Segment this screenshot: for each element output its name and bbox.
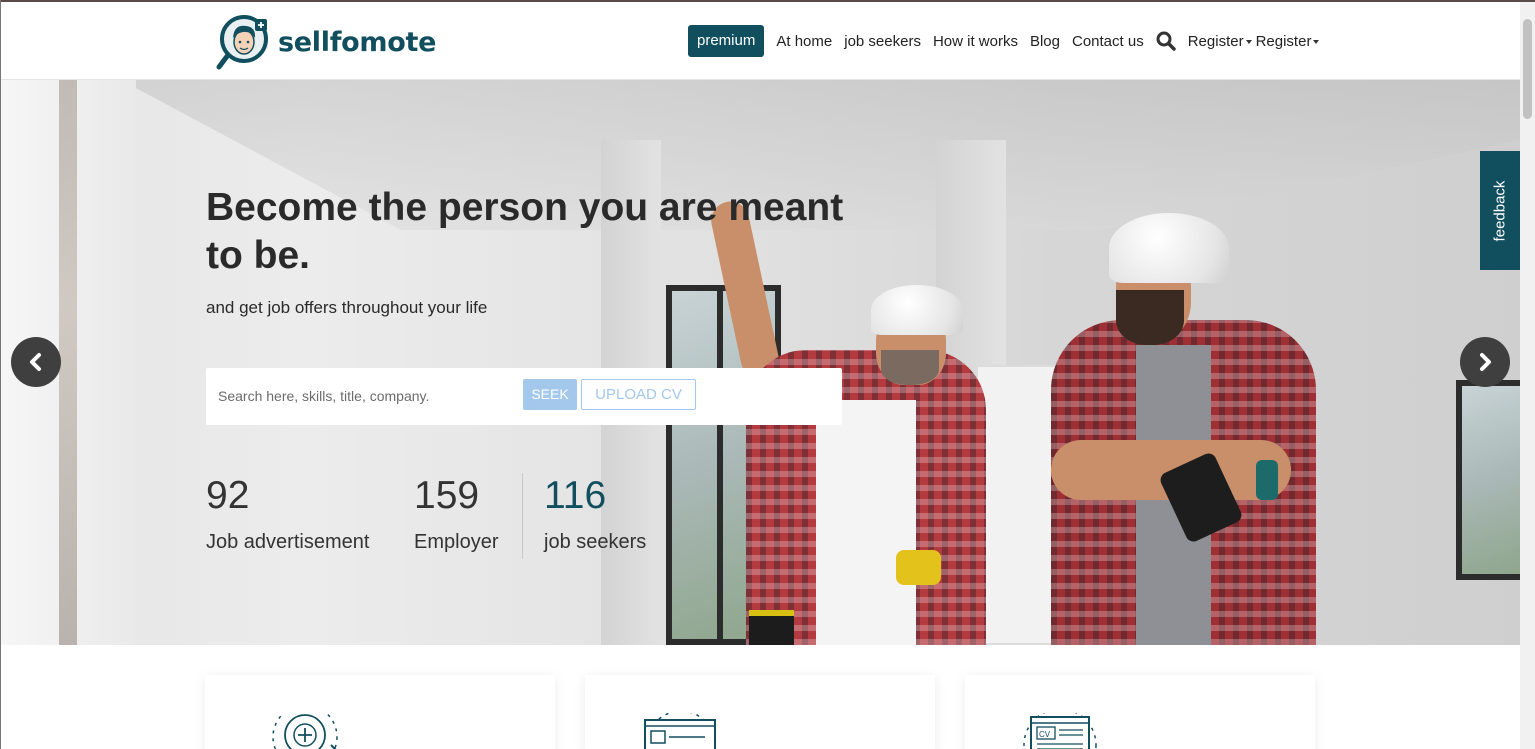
page-scrollbar[interactable] <box>1520 2 1535 749</box>
chevron-left-icon <box>30 353 41 371</box>
stat-label: job seekers <box>544 531 647 553</box>
chevron-right-icon <box>1480 353 1491 371</box>
feedback-tab[interactable]: feedback <box>1480 151 1520 270</box>
hero-title: Become the person you are meant to be. <box>206 186 844 277</box>
caret-down-icon <box>1245 40 1252 44</box>
cv-document-icon: CV <box>1023 713 1097 749</box>
stat-label: Job advertisement <box>206 531 370 553</box>
feature-card-cv[interactable]: CV <box>965 675 1315 749</box>
stats-row: 92 Job advertisement 159 Employer 116 jo… <box>206 473 646 563</box>
scrollbar-thumb[interactable] <box>1523 19 1532 119</box>
nav-item-how-it-works[interactable]: How it works <box>933 33 1018 50</box>
stat-number: 159 <box>414 474 480 517</box>
register-label-1: Register <box>1187 32 1244 50</box>
carousel-next-button[interactable] <box>1460 337 1510 387</box>
add-job-icon <box>272 713 338 749</box>
register-label-2: Register <box>1255 32 1312 50</box>
nav-premium-button[interactable]: premium <box>688 25 765 57</box>
browser-window-icon <box>644 713 716 749</box>
hero-image-wall-edge <box>59 80 77 645</box>
logo[interactable]: sellfomote <box>216 14 436 70</box>
seek-button[interactable]: SEEK <box>523 379 577 410</box>
upload-cv-button[interactable]: UPLOAD CV <box>581 379 696 410</box>
nav-item-at-home[interactable]: At home <box>776 33 832 50</box>
nav-item-contact-us[interactable]: Contact us <box>1072 33 1144 50</box>
caret-down-icon <box>1313 40 1320 44</box>
nav-item-blog[interactable]: Blog <box>1030 33 1060 50</box>
stat-number: 116 <box>544 474 607 517</box>
site-header: sellfomote premium At home job seekers H… <box>1 2 1520 80</box>
register-dropdown-1[interactable]: Register <box>1188 33 1252 50</box>
stat-divider <box>522 473 523 559</box>
search-input[interactable] <box>218 384 518 408</box>
logo-icon <box>216 14 270 70</box>
logo-text: sellfomote <box>278 26 437 58</box>
stat-employers: 159 Employer <box>414 473 522 563</box>
feature-card-post-job[interactable] <box>205 675 555 749</box>
stat-label: Employer <box>414 531 499 553</box>
hero-subtitle: and get job offers throughout your life <box>206 298 488 317</box>
carousel-prev-button[interactable] <box>11 337 61 387</box>
nav-item-job-seekers[interactable]: job seekers <box>844 33 921 50</box>
stat-job-advertisements: 92 Job advertisement <box>206 473 414 563</box>
search-box: SEEK UPLOAD CV <box>206 368 842 425</box>
hero-image-window <box>1456 380 1520 580</box>
main-nav: premium At home job seekers How it works… <box>688 25 1320 57</box>
svg-text:CV: CV <box>1039 730 1051 739</box>
search-icon[interactable] <box>1156 31 1176 51</box>
feature-card-browse[interactable] <box>585 675 935 749</box>
stat-number: 92 <box>206 474 250 517</box>
feedback-label: feedback <box>1491 180 1509 241</box>
stat-job-seekers: 116 job seekers <box>544 473 646 563</box>
register-dropdown-2[interactable]: Register <box>1256 33 1320 50</box>
hero-image-tape <box>896 550 941 585</box>
hero-carousel: Become the person you are meant to be. a… <box>1 80 1520 645</box>
window-left-border <box>0 0 1 749</box>
